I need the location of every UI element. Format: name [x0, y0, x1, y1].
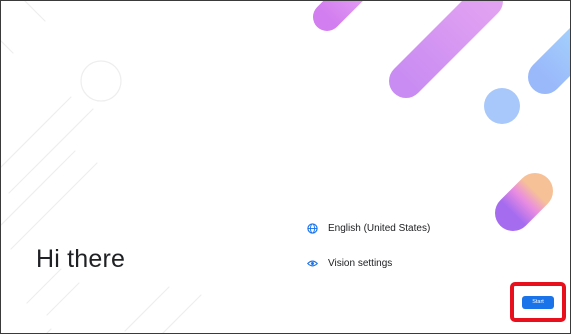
language-option-label: English (United States) [328, 222, 431, 234]
language-option[interactable]: English (United States) [305, 221, 430, 235]
welcome-screen: Hi there English (United States) Vision … [0, 0, 571, 334]
vision-settings-option[interactable]: Vision settings [305, 256, 392, 270]
decorative-background [1, 1, 570, 333]
vision-settings-option-label: Vision settings [328, 257, 393, 269]
globe-icon [305, 221, 319, 235]
greeting-title: Hi there [36, 245, 126, 273]
start-button[interactable]: Start [522, 296, 554, 309]
eye-icon [305, 256, 319, 270]
start-button-highlight: Start [510, 282, 566, 322]
